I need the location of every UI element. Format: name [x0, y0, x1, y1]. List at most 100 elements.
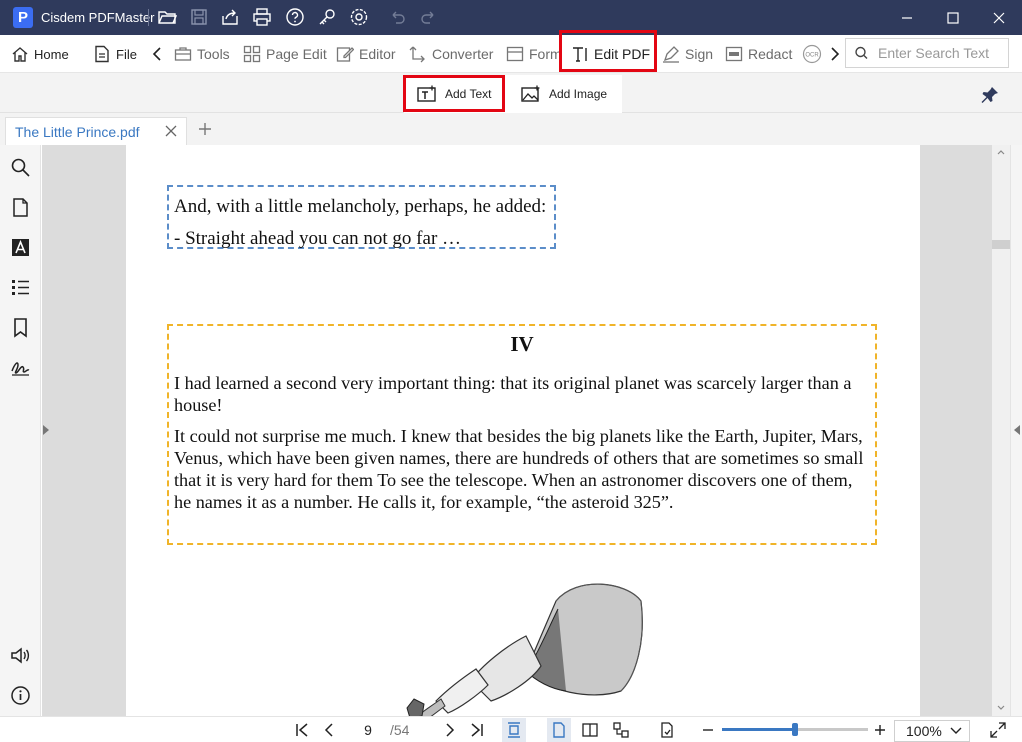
text-block-2[interactable]: IV I had learned a second very important…: [167, 324, 877, 545]
title-separator: [148, 9, 149, 26]
undo-icon[interactable]: [388, 7, 408, 27]
home-button[interactable]: Home: [11, 35, 69, 73]
bookmark-icon[interactable]: [10, 317, 31, 338]
expand-right-panel-icon[interactable]: [1013, 424, 1021, 436]
scrollbar-thumb[interactable]: [992, 240, 1010, 249]
scroll-down-icon[interactable]: [997, 705, 1005, 711]
paragraph: It could not surprise me much. I knew th…: [174, 426, 864, 512]
new-tab-icon[interactable]: [197, 121, 213, 137]
pen-icon: [663, 46, 679, 63]
share-icon[interactable]: [220, 7, 240, 27]
open-folder-icon[interactable]: [157, 7, 177, 27]
chevron-down-icon: [950, 727, 962, 734]
minimize-button[interactable]: [884, 0, 930, 35]
redo-icon[interactable]: [418, 7, 438, 27]
text-block-1[interactable]: And, with a little melancholy, perhaps, …: [167, 185, 556, 249]
search-box[interactable]: [845, 38, 1009, 68]
converter-label: Converter: [432, 46, 494, 62]
ocr-icon: OCR: [802, 44, 822, 64]
previous-page-icon[interactable]: [321, 722, 337, 738]
tools-tab[interactable]: Tools: [174, 35, 230, 73]
home-label: Home: [34, 46, 69, 62]
vertical-scrollbar[interactable]: [992, 145, 1010, 716]
toolbar-scroll-left[interactable]: [152, 35, 162, 73]
page-edit-label: Page Edit: [266, 46, 327, 62]
edit-pdf-highlight: [559, 30, 657, 72]
app-title: Cisdem PDFMaster: [41, 10, 155, 25]
chapter-heading: IV: [510, 332, 534, 356]
zoom-out-icon[interactable]: [700, 722, 716, 738]
search-icon[interactable]: [10, 157, 31, 178]
left-sidebar: [0, 145, 41, 716]
page-icon[interactable]: [10, 197, 31, 218]
app-logo: P: [13, 7, 33, 28]
sign-tab[interactable]: Sign: [662, 35, 713, 73]
pdf-page: And, with a little melancholy, perhaps, …: [126, 145, 920, 716]
two-page-icon[interactable]: [582, 722, 598, 738]
form-icon: [506, 46, 524, 62]
pin-icon[interactable]: [980, 85, 1000, 105]
search-input[interactable]: [878, 45, 998, 61]
edit-icon: [336, 47, 354, 62]
fit-height-icon[interactable]: [506, 722, 522, 738]
last-page-icon[interactable]: [469, 722, 485, 738]
zoom-slider-handle[interactable]: [792, 723, 798, 736]
close-window-button[interactable]: [976, 0, 1022, 35]
close-tab-icon[interactable]: [165, 125, 177, 137]
form-label: Form: [529, 46, 562, 62]
add-image-label: Add Image: [549, 87, 608, 101]
convert-icon: [409, 46, 425, 63]
redact-icon: [725, 46, 743, 62]
save-icon[interactable]: [189, 7, 209, 27]
ocr-tab[interactable]: OCR: [802, 35, 822, 73]
telescope-illustration[interactable]: [406, 581, 646, 716]
first-page-icon[interactable]: [294, 722, 310, 738]
print-icon[interactable]: [252, 7, 272, 27]
document-viewer[interactable]: And, with a little melancholy, perhaps, …: [42, 145, 992, 716]
help-icon[interactable]: [285, 7, 305, 27]
document-tab-title: The Little Prince.pdf: [15, 123, 140, 140]
info-icon[interactable]: [10, 685, 31, 706]
document-tab[interactable]: The Little Prince.pdf: [5, 117, 187, 145]
zoom-value: 100%: [906, 723, 942, 739]
signature-icon[interactable]: [10, 357, 31, 378]
add-image-button[interactable]: Add Image: [521, 75, 607, 113]
toolbar-scroll-right[interactable]: [830, 35, 840, 73]
single-page-icon[interactable]: [551, 722, 567, 738]
search-icon: [855, 46, 868, 59]
add-image-icon: [521, 85, 540, 102]
editor-label: Editor: [359, 46, 396, 62]
redact-tab[interactable]: Redact: [725, 35, 792, 73]
sign-label: Sign: [685, 46, 714, 62]
toolbox-icon: [174, 47, 192, 61]
list-icon[interactable]: [10, 277, 31, 298]
file-button[interactable]: File: [93, 35, 137, 73]
grid-icon: [243, 45, 261, 63]
text-icon[interactable]: [10, 237, 31, 258]
speaker-icon[interactable]: [10, 645, 31, 666]
current-page-number[interactable]: 9: [352, 722, 384, 738]
page-edit-tab[interactable]: Page Edit: [243, 35, 327, 73]
export-page-icon[interactable]: [659, 722, 675, 738]
fullscreen-icon[interactable]: [990, 722, 1006, 738]
file-label: File: [116, 46, 137, 62]
converter-tab[interactable]: Converter: [409, 35, 493, 73]
file-icon: [95, 45, 109, 63]
chevron-right-icon: [831, 47, 840, 61]
ocr-icon-label: OCR: [805, 53, 819, 59]
editor-tab[interactable]: Editor: [336, 35, 396, 73]
maximize-button[interactable]: [930, 0, 976, 35]
redact-label: Redact: [748, 46, 793, 62]
next-page-icon[interactable]: [442, 722, 458, 738]
zoom-in-icon[interactable]: [872, 722, 888, 738]
expand-sidebar-icon[interactable]: [42, 424, 50, 436]
scroll-mode-icon[interactable]: [613, 722, 629, 738]
zoom-select[interactable]: 100%: [894, 720, 970, 742]
add-text-highlight: [403, 75, 505, 112]
key-icon[interactable]: [317, 7, 337, 27]
tools-label: Tools: [197, 46, 230, 62]
scroll-up-icon[interactable]: [997, 149, 1005, 155]
settings-icon[interactable]: [349, 7, 369, 27]
form-tab[interactable]: Form: [506, 35, 562, 73]
right-panel-collapsed[interactable]: [1010, 145, 1022, 716]
